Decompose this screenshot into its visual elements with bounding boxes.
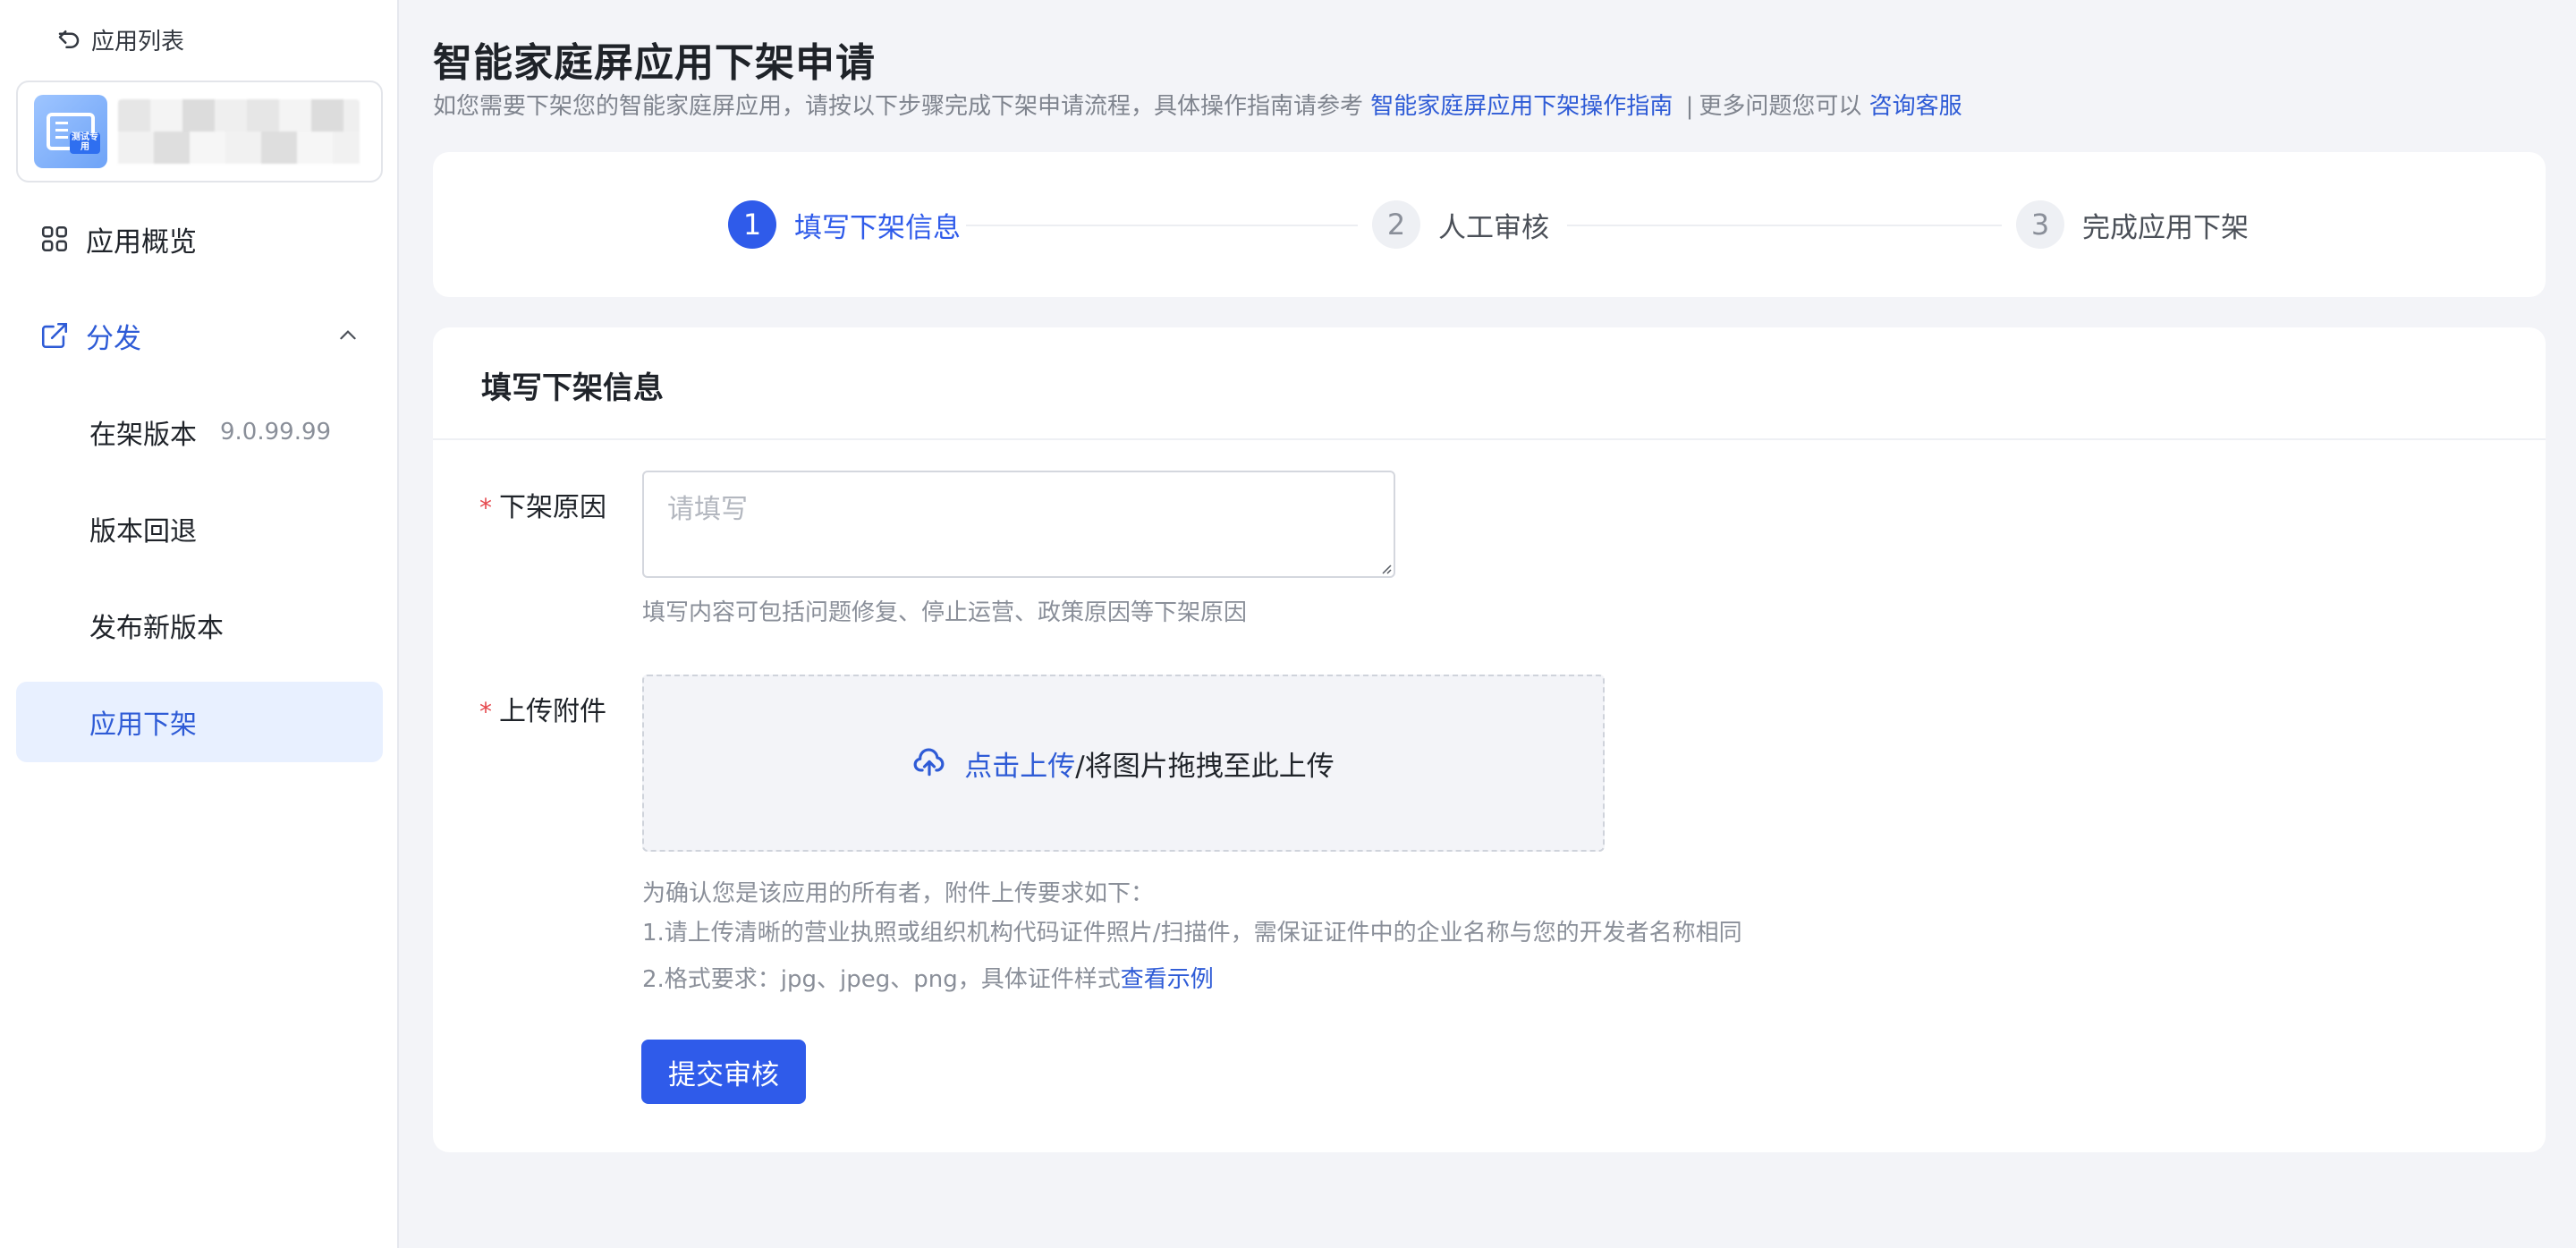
app-selector-card[interactable]: 测试专用 — [16, 81, 383, 183]
sidebar-item-label: 发布新版本 — [89, 613, 224, 644]
removal-form-card: 填写下架信息 *下架原因 填写内容可包括问题修复、停止运营、政策原因等下架原因 … — [433, 327, 2546, 1152]
attachment-requirements-title: 为确认您是该应用的所有者，附件上传要求如下： — [642, 880, 1155, 907]
sidebar-item-distribute[interactable]: 分发 — [16, 295, 383, 376]
sidebar-item-version-rollback[interactable]: 版本回退 — [16, 488, 383, 569]
attachment-requirement-1: 1.请上传清晰的营业执照或组织机构代码证件照片/扫描件，需保证证件中的企业名称与… — [642, 920, 1742, 947]
required-mark: * — [479, 697, 492, 726]
reason-field-label: * 下架原因 — [479, 485, 606, 524]
page-title: 智能家庭屏应用下架申请 — [433, 40, 876, 86]
step-number: 1 — [728, 200, 776, 249]
external-link-icon — [39, 320, 70, 351]
sidebar-item-label: 应用下架 — [89, 709, 197, 741]
step-connector — [1567, 225, 2002, 226]
attachment-label-text: 上传附件 — [499, 696, 606, 727]
step-fill-info: 1 填写下架信息 — [728, 200, 961, 249]
sidebar-item-live-version[interactable]: 在架版本 9.0.99.99 — [16, 392, 383, 472]
removal-reason-textarea[interactable] — [642, 471, 1395, 578]
app-logo-tag: 测试专用 — [70, 132, 100, 154]
page-subtitle: 如您需要下架您的智能家庭屏应用，请按以下步骤完成下架申请流程，具体操作指南请参考… — [433, 88, 1962, 121]
form-title: 填写下架信息 — [481, 370, 664, 406]
attachment-requirement-2: 2.格式要求：jpg、jpeg、png，具体证件样式查看示例 — [642, 961, 1214, 994]
step-manual-review: 2 人工审核 — [1372, 200, 1549, 249]
sidebar-item-app-overview[interactable]: 应用概览 — [16, 199, 383, 279]
sidebar: 应用列表 测试专用 应用概览 分发 在架版本 9.0.99.99 版本回退 发布… — [0, 0, 399, 1248]
form-divider — [433, 438, 2546, 440]
app-name-redacted — [118, 99, 360, 164]
step-number: 3 — [2016, 200, 2064, 249]
attachment-field-label: * 上传附件 — [479, 689, 606, 728]
drag-upload-text: /将图片拖拽至此上传 — [1075, 750, 1335, 783]
back-to-app-list-link[interactable]: 应用列表 — [55, 23, 184, 55]
back-link-label: 应用列表 — [91, 28, 185, 55]
required-mark: * — [479, 493, 492, 522]
removal-guide-link[interactable]: 智能家庭屏应用下架操作指南 — [1370, 93, 1673, 120]
step-number: 2 — [1372, 200, 1420, 249]
view-example-link[interactable]: 查看示例 — [1121, 966, 1214, 993]
sidebar-item-label: 在架版本 — [89, 420, 197, 451]
reason-label-text: 下架原因 — [499, 492, 606, 523]
step-complete-removal: 3 完成应用下架 — [2016, 200, 2249, 249]
step-label: 填写下架信息 — [794, 211, 961, 244]
subtitle-separator: | — [1685, 93, 1694, 120]
step-connector — [966, 225, 1358, 226]
progress-steps: 1 填写下架信息 2 人工审核 3 完成应用下架 — [433, 152, 2546, 297]
resize-grip-icon[interactable] — [1379, 562, 1392, 574]
back-arrow-icon — [58, 30, 80, 48]
reason-hint: 填写内容可包括问题修复、停止运营、政策原因等下架原因 — [642, 599, 1248, 626]
cloud-upload-icon — [913, 748, 945, 777]
subtitle-more-text: 更多问题您可以 — [1699, 93, 1862, 120]
submit-review-button[interactable]: 提交审核 — [641, 1040, 806, 1104]
chevron-up-icon[interactable] — [336, 324, 360, 347]
sidebar-item-label: 版本回退 — [89, 516, 197, 548]
grid-icon — [39, 224, 70, 254]
sidebar-item-label: 应用概览 — [86, 225, 197, 259]
sidebar-item-app-removal[interactable]: 应用下架 — [16, 682, 383, 762]
attachment-upload-dropzone[interactable]: 点击上传/将图片拖拽至此上传 — [642, 675, 1605, 852]
live-version-number: 9.0.99.99 — [220, 419, 332, 446]
customer-service-link[interactable]: 咨询客服 — [1869, 93, 1962, 120]
sidebar-item-label: 分发 — [86, 322, 141, 355]
app-logo-icon: 测试专用 — [34, 95, 107, 168]
sidebar-item-publish-new-version[interactable]: 发布新版本 — [16, 585, 383, 666]
step-label: 人工审核 — [1438, 211, 1549, 244]
subtitle-text: 如您需要下架您的智能家庭屏应用，请按以下步骤完成下架申请流程，具体操作指南请参考 — [433, 93, 1364, 120]
format-requirement-text: 2.格式要求：jpg、jpeg、png，具体证件样式 — [642, 966, 1121, 993]
step-label: 完成应用下架 — [2082, 211, 2249, 244]
click-upload-link[interactable]: 点击上传 — [964, 743, 1075, 784]
